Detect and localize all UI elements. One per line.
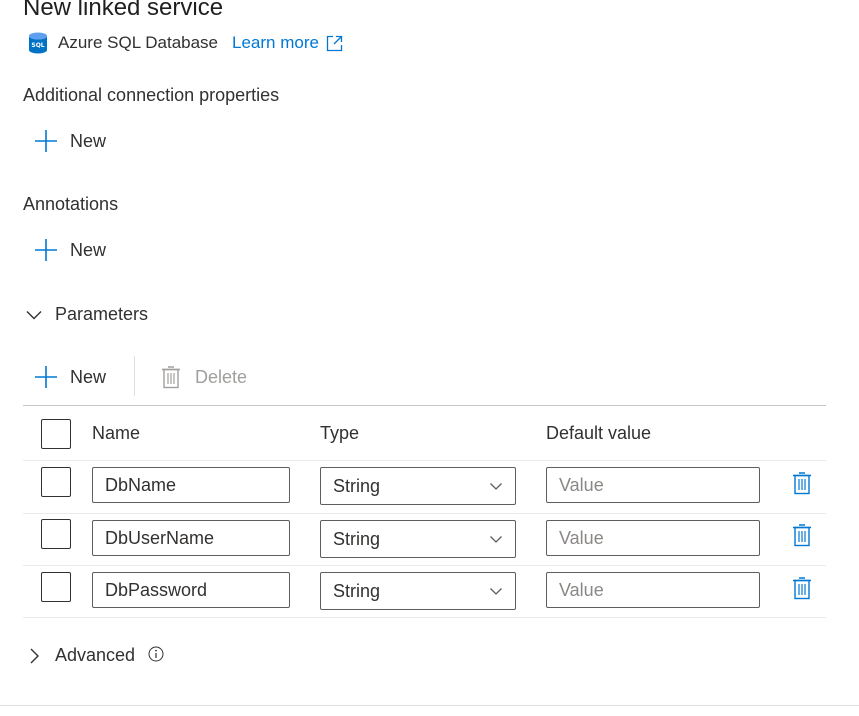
parameter-name-input[interactable]: DbUserName <box>92 520 290 556</box>
row-divider <box>23 617 826 618</box>
row-divider <box>23 565 826 566</box>
info-icon[interactable] <box>148 646 164 662</box>
add-annotation-button[interactable]: New <box>34 238 106 262</box>
advanced-toggle[interactable]: Advanced <box>25 645 135 666</box>
parameter-name-input[interactable]: DbName <box>92 467 290 503</box>
db-icon-label: SQL <box>31 42 44 49</box>
parameter-default-value-input[interactable]: Value <box>546 572 760 608</box>
parameter-default-value-input[interactable]: Value <box>546 467 760 503</box>
delete-parameter-button[interactable]: Delete <box>161 365 247 389</box>
table-top-border <box>23 405 826 406</box>
add-annotation-label: New <box>70 239 107 260</box>
parameter-type-select[interactable]: String <box>320 520 516 558</box>
add-icon <box>35 130 57 152</box>
trash-icon[interactable] <box>792 471 812 495</box>
annotations-heading: Annotations <box>23 194 119 214</box>
add-connection-property-label: New <box>70 130 107 151</box>
parameter-name-value: DbName <box>105 474 177 495</box>
add-connection-property-button[interactable]: New <box>34 129 106 153</box>
learn-more-label: Learn more <box>232 33 319 52</box>
add-parameter-button[interactable]: New <box>34 365 106 389</box>
parameters-heading: Parameters <box>55 304 149 324</box>
row-divider <box>23 513 826 514</box>
chevron-down-icon <box>490 536 502 543</box>
external-link-icon <box>326 35 343 51</box>
parameter-type-select[interactable]: String <box>320 467 516 505</box>
parameters-toggle[interactable]: Parameters <box>25 304 148 325</box>
parameter-default-value-placeholder: Value <box>559 474 604 495</box>
column-header-type: Type <box>320 423 360 443</box>
select-all-checkbox[interactable] <box>41 419 71 449</box>
page-title: New linked service <box>23 0 224 21</box>
add-icon <box>35 366 57 388</box>
azure-sql-database-icon: SQL <box>29 32 47 54</box>
trash-icon[interactable] <box>792 576 812 600</box>
row-checkbox[interactable] <box>41 467 71 497</box>
row-checkbox[interactable] <box>41 519 71 549</box>
parameter-default-value-placeholder: Value <box>559 527 604 548</box>
column-header-default-value: Default value <box>546 423 652 443</box>
parameter-type-select[interactable]: String <box>320 572 516 610</box>
parameter-name-input[interactable]: DbPassword <box>92 572 290 608</box>
column-header-name: Name <box>92 423 141 443</box>
chevron-down-icon <box>26 310 42 319</box>
connection-properties-heading: Additional connection properties <box>23 85 280 105</box>
trash-icon[interactable] <box>792 523 812 547</box>
add-parameter-label: New <box>70 366 107 387</box>
service-type-row: SQL Azure SQL Database Learn more <box>28 31 343 55</box>
parameter-default-value-input[interactable]: Value <box>546 520 760 556</box>
parameter-name-value: DbUserName <box>105 527 215 548</box>
chevron-down-icon <box>490 588 502 595</box>
parameter-type-value: String <box>333 528 381 549</box>
parameter-name-value: DbPassword <box>105 579 208 600</box>
trash-icon <box>162 366 180 389</box>
row-divider <box>23 460 826 461</box>
panel-bottom-border <box>0 705 859 706</box>
row-checkbox[interactable] <box>41 572 71 602</box>
toolbar-divider <box>134 356 135 396</box>
parameter-type-value: String <box>333 580 381 601</box>
service-type-label: Azure SQL Database <box>58 33 219 52</box>
parameter-default-value-placeholder: Value <box>559 579 604 600</box>
delete-parameter-label: Delete <box>195 366 248 387</box>
add-icon <box>35 239 57 261</box>
chevron-down-icon <box>490 483 502 490</box>
parameter-type-value: String <box>333 475 381 496</box>
learn-more-link[interactable]: Learn more <box>232 33 343 53</box>
chevron-right-icon <box>30 648 39 663</box>
advanced-heading: Advanced <box>55 645 136 665</box>
